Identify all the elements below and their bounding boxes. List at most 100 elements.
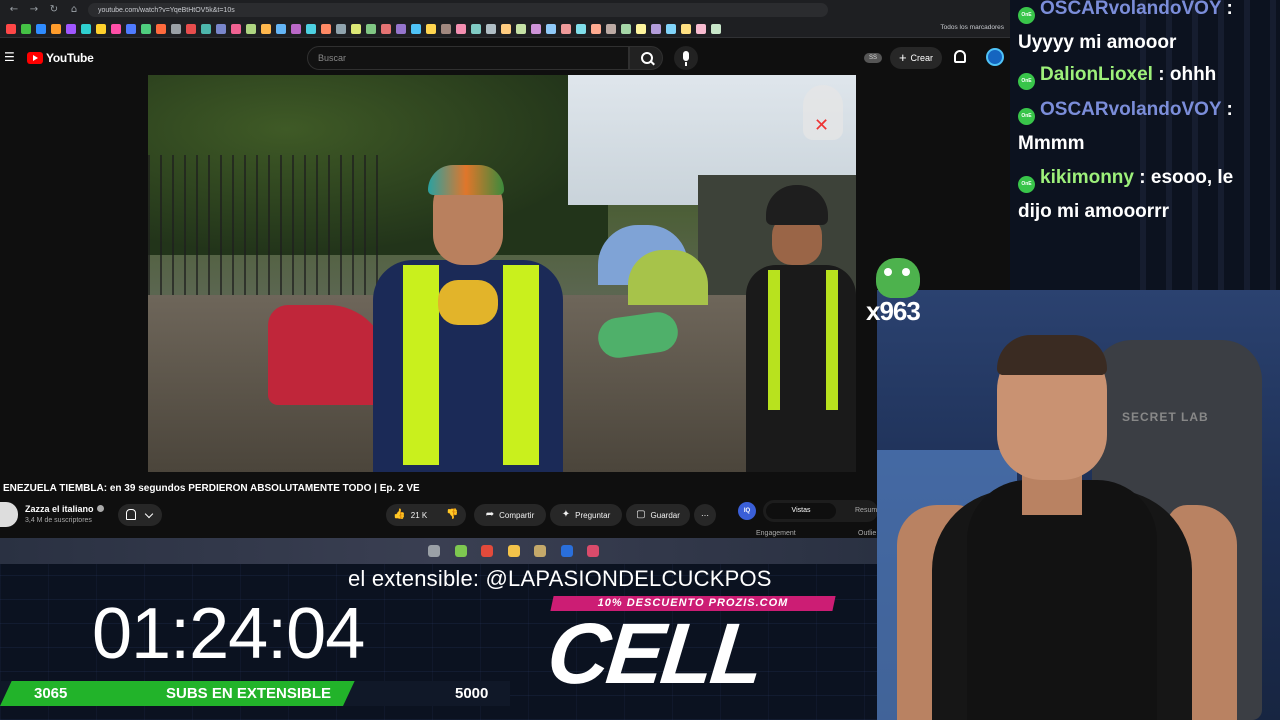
chat-username[interactable]: kikimonny	[1040, 167, 1134, 188]
reload-icon[interactable]: ↻	[48, 4, 60, 16]
bookmark-favicon-icon[interactable]	[456, 23, 466, 34]
bookmark-favicon-icon[interactable]	[111, 23, 121, 34]
microphone-icon[interactable]	[674, 46, 698, 70]
bookmark-favicon-icon[interactable]	[381, 23, 391, 34]
bookmark-favicon-icon[interactable]	[366, 23, 376, 34]
bookmark-favicon-icon[interactable]	[336, 23, 346, 34]
extension-badge[interactable]: SS	[864, 53, 882, 63]
search-input[interactable]: Buscar	[307, 46, 629, 70]
bookmark-favicon-icon[interactable]	[531, 23, 541, 34]
bookmark-favicon-icon[interactable]	[651, 23, 661, 34]
plus-icon: +	[898, 50, 907, 65]
save-button[interactable]: ▢ Guardar	[626, 504, 690, 526]
bookmark-favicon-icon[interactable]	[711, 23, 721, 34]
bookmark-favicon-icon[interactable]	[156, 23, 166, 34]
tab-vistas[interactable]: Vistas	[766, 503, 836, 519]
bookmark-favicon-icon[interactable]	[666, 23, 676, 34]
channel-name[interactable]: Zazza el italiano	[25, 504, 104, 514]
browser-toolbar: ← → ↻ ⌂ youtube.com/watch?v=YqeBtHtOV5k&…	[0, 0, 1010, 20]
bookmark-favicon-icon[interactable]	[6, 23, 16, 34]
create-button[interactable]: + Crear	[890, 47, 942, 69]
bookmark-favicon-icon[interactable]	[96, 23, 106, 34]
taskbar-app-icon[interactable]	[587, 545, 599, 557]
bookmarks-bar: Todos los marcadores	[0, 20, 1010, 38]
bookmark-favicon-icon[interactable]	[546, 23, 556, 34]
home-icon[interactable]: ⌂	[68, 4, 80, 16]
taskbar-app-icon[interactable]	[454, 545, 467, 557]
bookmark-favicon-icon[interactable]	[291, 23, 301, 34]
bookmark-favicon-icon[interactable]	[681, 23, 691, 34]
create-label: Crear	[910, 53, 934, 63]
bookmark-favicon-icon[interactable]	[21, 23, 31, 34]
bookmark-favicon-icon[interactable]	[231, 23, 241, 34]
menu-icon[interactable]: ☰	[4, 50, 15, 64]
bookmark-favicon-icon[interactable]	[516, 23, 526, 34]
bookmark-favicon-icon[interactable]	[576, 23, 586, 34]
bookmark-favicon-icon[interactable]	[216, 23, 226, 34]
taskbar-app-icon[interactable]	[428, 545, 440, 557]
youtube-logo[interactable]: YouTube	[27, 51, 94, 65]
extension-logo-icon[interactable]: IQ	[738, 502, 756, 520]
bookmark-favicon-icon[interactable]	[141, 23, 151, 34]
bookmark-favicon-icon[interactable]	[81, 23, 91, 34]
bookmark-favicon-icon[interactable]	[126, 23, 136, 34]
ask-button[interactable]: ✦ Preguntar	[550, 504, 622, 526]
bookmark-favicon-icon[interactable]	[501, 23, 511, 34]
bookmark-favicon-icon[interactable]	[66, 23, 76, 34]
bookmark-favicon-icon[interactable]	[426, 23, 436, 34]
account-avatar[interactable]	[986, 48, 1004, 66]
share-label: Compartir	[499, 510, 535, 520]
bookmark-favicon-icon[interactable]	[486, 23, 496, 34]
bookmark-favicon-icon[interactable]	[186, 23, 196, 34]
bookmark-favicon-icon[interactable]	[621, 23, 631, 34]
search-icon[interactable]	[629, 46, 663, 70]
bookmark-favicon-icon[interactable]	[471, 23, 481, 34]
taskbar-app-icon[interactable]	[560, 545, 573, 557]
address-bar[interactable]: youtube.com/watch?v=YqeBtHtOV5k&t=10s	[88, 3, 828, 17]
extension-panel: IQ Vistas Resum Engagement Outlie	[730, 497, 880, 540]
pepe-emote-icon	[876, 258, 920, 298]
subscription-bell-button[interactable]	[118, 504, 162, 526]
sparkle-icon: ✦	[561, 509, 571, 520]
taskbar-app-icon[interactable]	[481, 545, 493, 557]
bookmark-favicon-icon[interactable]	[276, 23, 286, 34]
thumbs-up-icon[interactable]: 👍	[393, 510, 405, 520]
forward-icon[interactable]: →	[28, 4, 40, 16]
channel-avatar[interactable]	[0, 502, 18, 527]
back-icon[interactable]: ←	[8, 4, 20, 16]
bookmark-favicon-icon[interactable]	[321, 23, 331, 34]
bookmark-favicon-icon[interactable]	[246, 23, 256, 34]
chat-username[interactable]: DalionLioxel	[1040, 64, 1153, 85]
thumbs-down-icon[interactable]: 👎	[446, 510, 458, 520]
bookmark-favicon-icon[interactable]	[171, 23, 181, 34]
bookmark-favicon-icon[interactable]	[561, 23, 571, 34]
video-player[interactable]: ✕	[148, 75, 856, 472]
extensible-marquee: el extensible: @LAPASIONDELCUCKPOS	[348, 566, 772, 591]
chat-username[interactable]: OSCARvolandoVOY	[1040, 0, 1221, 19]
tab-resumen[interactable]: Resum	[855, 503, 877, 519]
notifications-bell-icon[interactable]	[954, 50, 966, 63]
bookmark-favicon-icon[interactable]	[591, 23, 601, 34]
bookmark-favicon-icon[interactable]	[36, 23, 46, 34]
bookmark-favicon-icon[interactable]	[606, 23, 616, 34]
bookmark-favicon-icon[interactable]	[351, 23, 361, 34]
bookmark-favicon-icon[interactable]	[51, 23, 61, 34]
bookmark-favicon-icon[interactable]	[636, 23, 646, 34]
subs-goal-bar: 3065 SUBS EN EXTENSIBLE 5000	[0, 681, 510, 706]
like-count[interactable]: 21 K	[411, 511, 427, 520]
taskbar-app-icon[interactable]	[507, 545, 520, 557]
bookmark-favicon-icon[interactable]	[396, 23, 406, 34]
bookmark-favicon-icon[interactable]	[411, 23, 421, 34]
bookmark-favicon-icon[interactable]	[261, 23, 271, 34]
bookmark-favicon-icon[interactable]	[306, 23, 316, 34]
bookmark-favicon-icon[interactable]	[696, 23, 706, 34]
all-bookmarks-folder[interactable]: Todos los marcadores	[940, 24, 1004, 31]
taskbar-app-icon[interactable]	[534, 545, 546, 557]
bookmark-favicon-icon[interactable]	[201, 23, 211, 34]
more-options-icon[interactable]: ⋯	[694, 504, 716, 526]
emote-counter: x963	[866, 296, 921, 326]
bookmark-favicon-icon[interactable]	[441, 23, 451, 34]
chat-username[interactable]: OSCARvolandoVOY	[1040, 99, 1221, 120]
channel-name-text: Zazza el italiano	[25, 504, 94, 514]
share-button[interactable]: ➦ Compartir	[474, 504, 546, 526]
